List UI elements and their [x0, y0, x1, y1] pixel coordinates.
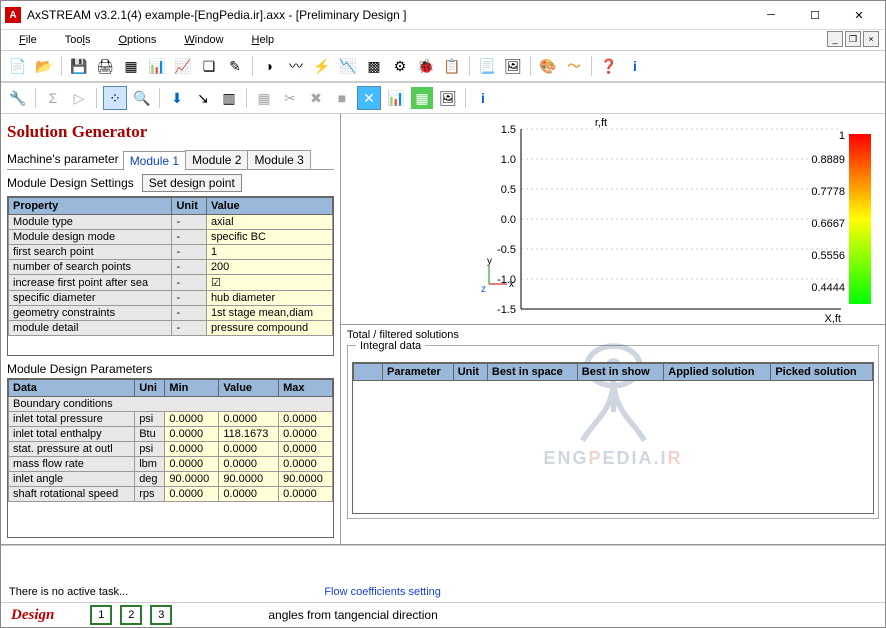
hist-icon[interactable]: ▥ — [218, 87, 240, 109]
menu-help[interactable]: Help — [238, 32, 289, 48]
svg-text:y: y — [487, 256, 492, 267]
menu-tools[interactable]: Tools — [51, 32, 105, 48]
module-design-parameters-label: Module Design Parameters — [7, 362, 334, 376]
svg-text:z: z — [481, 284, 486, 295]
table-icon[interactable]: ▦ — [120, 55, 142, 77]
bug-icon[interactable]: 🐞 — [415, 55, 437, 77]
print-icon[interactable]: 🖨 — [94, 55, 116, 77]
palette-icon[interactable]: 🎨 — [537, 55, 559, 77]
angles-note: angles from tangencial direction — [268, 608, 437, 622]
help-icon[interactable]: ❓ — [598, 55, 620, 77]
svg-text:-0.5: -0.5 — [497, 244, 516, 256]
maximize-button[interactable]: ☐ — [793, 2, 837, 28]
flow-icon[interactable]: ⚡ — [311, 55, 333, 77]
bars-icon[interactable]: 📊 — [385, 87, 407, 109]
integral-data-label: Integral data — [356, 340, 425, 352]
sheet-icon[interactable]: ▦ — [411, 87, 433, 109]
set-design-point-button[interactable]: Set design point — [142, 174, 242, 192]
solver-icon[interactable]: ⚙ — [389, 55, 411, 77]
module-tabs: Machine's parameter Module 1 Module 2 Mo… — [7, 150, 334, 170]
blade-icon[interactable]: ✎ — [224, 55, 246, 77]
spline-icon[interactable]: 〜 — [563, 55, 585, 77]
window-title: AxSTREAM v3.2.1(4) example-[EngPedia.ir]… — [27, 8, 749, 22]
app-icon: A — [5, 7, 21, 23]
zoom-icon[interactable]: 🔍 — [131, 87, 153, 109]
parameters-grid[interactable]: DataUniMinValueMaxBoundary conditionsinl… — [7, 378, 334, 538]
watermark: ENGPEDIA.IR — [543, 448, 682, 469]
svg-text:1.5: 1.5 — [501, 124, 516, 136]
info-icon[interactable]: i — [624, 55, 646, 77]
toolbar-solver: 🔧 Σ ▷ ⁘ 🔍 ⬇ ↘ ▥ ▦ ✂ ✖ ■ ✕ 📊 ▦ 🖼 i — [1, 82, 885, 114]
menu-file[interactable]: File — [5, 32, 51, 48]
colorbar — [849, 134, 871, 304]
solutions-header: Total / filtered solutions — [347, 329, 879, 341]
left-panel: Solution Generator Machine's parameter M… — [1, 114, 341, 544]
stop-icon: ■ — [331, 87, 353, 109]
menu-options[interactable]: Options — [104, 32, 170, 48]
chart-xlabel: X,ft — [824, 313, 841, 324]
titlebar: A AxSTREAM v3.2.1(4) example-[EngPedia.i… — [1, 1, 885, 30]
mdi-minimize[interactable]: _ — [827, 31, 843, 47]
mdi-close[interactable]: × — [863, 31, 879, 47]
solution-generator-title: Solution Generator — [7, 122, 334, 142]
image-icon[interactable]: 🖼 — [502, 55, 524, 77]
mdi-restore[interactable]: ❐ — [845, 31, 861, 47]
close-button[interactable]: ✕ — [837, 2, 881, 28]
settings-grid[interactable]: PropertyUnitValueModule type-axialModule… — [7, 196, 334, 356]
grid-icon[interactable]: ▩ — [363, 55, 385, 77]
del-icon: ✖ — [305, 87, 327, 109]
cascade-icon[interactable]: ❏ — [198, 55, 220, 77]
svg-text:0.5: 0.5 — [501, 184, 516, 196]
tabs-prefix: Machine's parameter — [7, 150, 123, 169]
cut-icon: ✂ — [279, 87, 301, 109]
chart-title: r,ft — [595, 117, 607, 129]
tab-module-1[interactable]: Module 1 — [123, 151, 186, 170]
minimize-button[interactable]: ─ — [749, 2, 793, 28]
svg-text:x: x — [509, 279, 514, 290]
tab-module-2[interactable]: Module 2 — [185, 150, 248, 169]
module-design-settings-label: Module Design Settings — [7, 176, 134, 190]
results-icon[interactable]: 📋 — [441, 55, 463, 77]
svg-text:1.0: 1.0 — [501, 154, 516, 166]
solutions-panel: Total / filtered solutions Integral data… — [341, 325, 885, 544]
wrench-icon[interactable]: 🔧 — [7, 87, 29, 109]
svg-text:0.0: 0.0 — [501, 214, 516, 226]
tab-module-3[interactable]: Module 3 — [247, 150, 310, 169]
svg-text:-1.5: -1.5 — [497, 304, 516, 316]
design-label: Design — [11, 607, 54, 624]
chart-icon[interactable]: 📊 — [146, 55, 168, 77]
step-2-button[interactable]: 2 — [120, 605, 142, 625]
toolbar-main: 📄 📂 💾 🖨 ▦ 📊 📈 ❏ ✎ ◗ 〰 ⚡ 📉 ▩ ⚙ 🐞 📋 📃 🖼 🎨 … — [1, 50, 885, 82]
flow-coefficients-link[interactable]: Flow coefficients setting — [324, 586, 441, 598]
curve-icon[interactable]: 〰 — [285, 55, 307, 77]
right-panel: r,ft 1.51.00.50.0-0.5-1.0-1.5 X,ft x y z… — [341, 114, 885, 544]
menubar: File Tools Options Window Help _ ❐ × — [1, 30, 885, 50]
menu-window[interactable]: Window — [170, 32, 237, 48]
chart-area[interactable]: r,ft 1.51.00.50.0-0.5-1.0-1.5 X,ft x y z… — [341, 114, 885, 325]
x-select-icon[interactable]: ✕ — [357, 86, 381, 110]
new-icon[interactable]: 📄 — [7, 55, 29, 77]
graph-icon[interactable]: 📉 — [337, 55, 359, 77]
pic-icon[interactable]: 🖼 — [437, 87, 459, 109]
pick-icon[interactable]: ↘ — [192, 87, 214, 109]
solutions-grid[interactable]: ParameterUnitBest in spaceBest in showAp… — [352, 362, 874, 514]
play-icon: ▷ — [68, 87, 90, 109]
down-icon[interactable]: ⬇ — [166, 87, 188, 109]
profile-icon[interactable]: ◗ — [259, 55, 281, 77]
line-chart-icon[interactable]: 📈 — [172, 55, 194, 77]
no-active-task-label: There is no active task... — [9, 586, 128, 598]
open-icon[interactable]: 📂 — [33, 55, 55, 77]
scatter-icon[interactable]: ⁘ — [103, 86, 127, 110]
step-1-button[interactable]: 1 — [90, 605, 112, 625]
mesh-icon: ▦ — [253, 87, 275, 109]
step-3-button[interactable]: 3 — [150, 605, 172, 625]
save-icon[interactable]: 💾 — [68, 55, 90, 77]
info2-icon[interactable]: i — [472, 87, 494, 109]
export-icon[interactable]: 📃 — [476, 55, 498, 77]
sigma-icon: Σ — [42, 87, 64, 109]
